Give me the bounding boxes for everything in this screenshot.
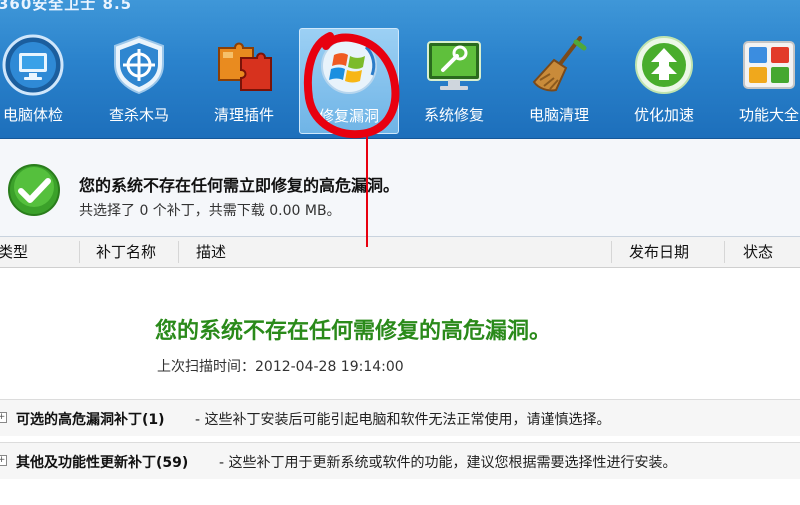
column-divider: [79, 241, 80, 263]
toolbar-label-vuln-repair: 修复漏洞: [318, 107, 379, 125]
status-heading: 您的系统不存在任何需立即修复的高危漏洞。: [79, 176, 400, 195]
last-scan-time: 上次扫描时间：2012-04-28 19:14:00: [157, 359, 404, 375]
expand-toggle-icon[interactable]: +: [0, 412, 7, 423]
toolbar-label-trojan-scan: 查杀木马: [108, 106, 169, 124]
toolbar-label-plugin-clean: 清理插件: [213, 106, 274, 124]
toolbar-label-pc-clean: 电脑清理: [528, 106, 589, 124]
scan-status-panel: 您的系统不存在任何需立即修复的高危漏洞。 共选择了 0 个补丁，共需下载 0.0…: [0, 139, 800, 237]
group-optional-patches[interactable]: + 可选的高危漏洞补丁(1) - 这些补丁安装后可能引起电脑和软件无法正常使用，…: [0, 399, 800, 436]
column-divider: [178, 241, 179, 263]
toolbar-item-vuln-repair[interactable]: 修复漏洞: [299, 28, 399, 134]
group-name: 可选的高危漏洞补丁(1): [16, 412, 165, 428]
column-release-date[interactable]: 发布日期: [629, 237, 689, 267]
toolbar-item-pc-clean[interactable]: 电脑清理: [509, 28, 609, 134]
column-description[interactable]: 描述: [196, 237, 226, 267]
success-check-icon: [8, 164, 60, 216]
main-toolbar: 360安全卫士 8.5 电脑体检 查杀木马 清理插件 修复漏洞 系统修复 电脑清…: [0, 0, 800, 139]
patch-table-header: 类型 补丁名称 描述 发布日期 状态: [0, 237, 800, 268]
toolbar-label-checkup: 电脑体检: [2, 106, 63, 124]
status-summary: 共选择了 0 个补丁，共需下载 0.00 MB。: [79, 203, 341, 219]
app-title: 360安全卫士 8.5: [0, 0, 133, 13]
expand-toggle-icon[interactable]: +: [0, 455, 7, 466]
windows-repair-icon: [321, 38, 377, 94]
toolbar-item-trojan-scan[interactable]: 查杀木马: [89, 28, 189, 134]
column-divider: [724, 241, 725, 263]
group-name: 其他及功能性更新补丁(59): [16, 455, 189, 471]
column-patch-name[interactable]: 补丁名称: [96, 237, 156, 267]
toolbar-item-checkup[interactable]: 电脑体检: [0, 28, 83, 134]
toolbar-label-speedup: 优化加速: [633, 106, 694, 124]
toolbar-item-system-repair[interactable]: 系统修复: [404, 28, 504, 134]
app-grid-icon: [743, 41, 795, 89]
column-type[interactable]: 类型: [0, 237, 28, 267]
puzzle-icon: [218, 42, 272, 91]
speedup-arrow-icon: [635, 36, 693, 94]
group-description: - 这些补丁安装后可能引起电脑和软件无法正常使用，请谨慎选择。: [195, 412, 611, 428]
no-vulnerability-message: 您的系统不存在任何需修复的高危漏洞。: [155, 319, 552, 344]
toolbar-label-system-repair: 系统修复: [423, 106, 484, 124]
column-status[interactable]: 状态: [743, 237, 773, 267]
toolbar-item-plugin-clean[interactable]: 清理插件: [194, 28, 294, 134]
broom-icon: [532, 36, 587, 92]
column-divider: [611, 241, 612, 263]
toolbar-item-all-features[interactable]: 功能大全: [719, 28, 800, 134]
toolbar-label-all-features: 功能大全: [738, 106, 799, 124]
toolbar-item-speedup[interactable]: 优化加速: [614, 28, 714, 134]
target-shield-icon: [114, 35, 164, 95]
monitor-shield-icon: [2, 34, 64, 96]
group-description: - 这些补丁用于更新系统或软件的功能，建议您根据需要选择性进行安装。: [219, 455, 677, 471]
group-feature-updates[interactable]: + 其他及功能性更新补丁(59) - 这些补丁用于更新系统或软件的功能，建议您根…: [0, 442, 800, 479]
wrench-screen-icon: [427, 41, 481, 90]
